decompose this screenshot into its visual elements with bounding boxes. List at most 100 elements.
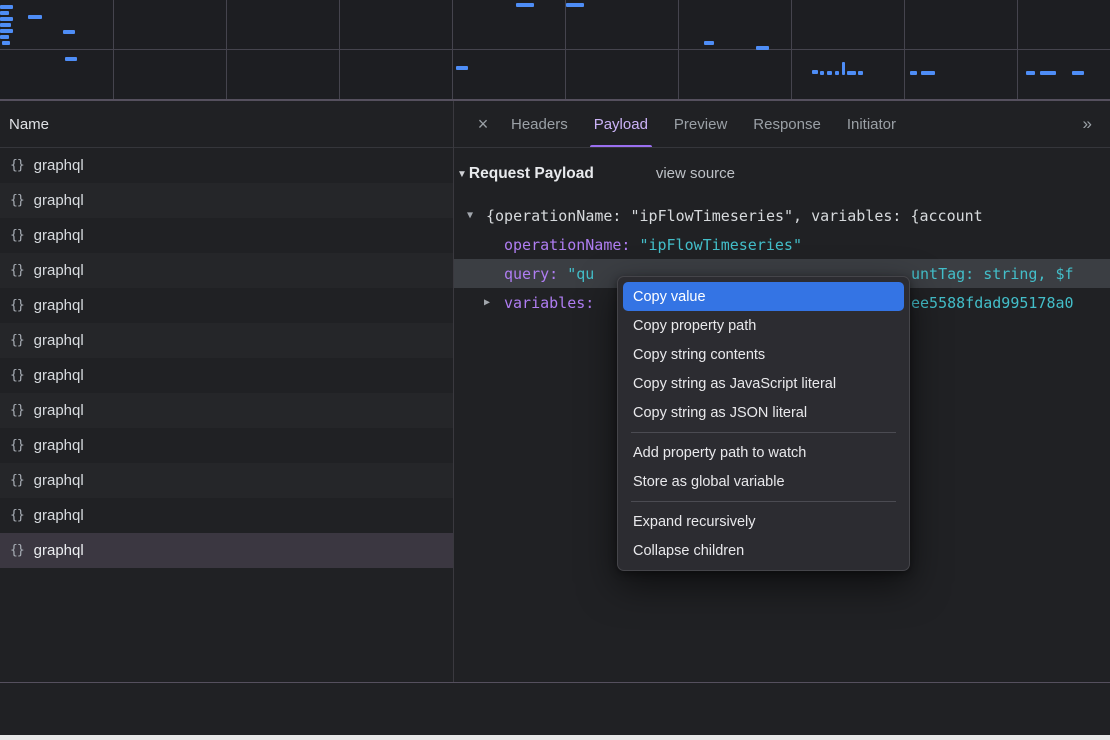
request-name: graphql [34,332,84,349]
twisty-collapsed-icon[interactable]: ▶ [484,297,490,308]
overview-activity-bar [28,15,42,19]
request-row[interactable]: {}graphql [0,428,453,463]
context-menu: Copy valueCopy property pathCopy string … [617,276,910,571]
main-area: Name {}graphql{}graphql{}graphql{}graphq… [0,101,1110,682]
tree-row-root[interactable]: ▼ {operationName: "ipFlowTimeseries", va… [454,201,1110,230]
braces-icon: {} [10,508,24,523]
context-menu-item[interactable]: Collapse children [623,536,904,565]
request-row[interactable]: {}graphql [0,218,453,253]
braces-icon: {} [10,403,24,418]
request-row[interactable]: {} graphql [0,498,453,533]
braces-icon: {} [10,193,24,208]
request-name: graphql [34,472,84,489]
overview-activity-bar [63,30,75,34]
object-preview: {operationName: "ipFlowTimeseries", vari… [486,207,983,225]
section-title: Request Payload [469,165,594,183]
overview-grid-line [452,0,453,99]
overview-activity-bar [0,11,9,15]
devtools-window: Name {}graphql{}graphql{}graphql{}graphq… [0,0,1110,735]
section-twisty-icon[interactable]: ▼ [457,169,467,180]
network-overview[interactable] [0,0,1110,101]
request-payload-section-header: ▼ Request Payload view source [454,165,1110,201]
property-key: variables: [504,294,594,312]
request-row[interactable]: {} graphql [0,358,453,393]
context-menu-item[interactable]: Expand recursively [623,507,904,536]
request-name: graphql [34,227,84,244]
braces-icon: {} [10,298,24,313]
tab-payload[interactable]: Payload [581,101,661,147]
tab-headers[interactable]: Headers [498,101,581,147]
context-menu-item[interactable]: Copy string as JSON literal [623,398,904,427]
overview-grid-line [339,0,340,99]
request-name: graphql [34,157,84,174]
overview-activity-bar [835,71,839,75]
overview-activity-bar [566,3,584,7]
view-source-link[interactable]: view source [656,165,735,182]
overview-activity-bar [0,5,13,9]
braces-icon: {} [10,473,24,488]
overview-grid-line [904,0,905,99]
overview-grid-line [226,0,227,99]
name-column-header[interactable]: Name [0,101,453,148]
overview-activity-bar [827,71,832,75]
context-menu-item[interactable]: Copy string contents [623,340,904,369]
request-list-pane: Name {}graphql{}graphql{}graphql{}graphq… [0,101,454,682]
request-row[interactable]: {} graphql [0,183,453,218]
overview-activity-bar [847,71,856,75]
overview-activity-bar [0,23,11,27]
overview-activity-bar [2,41,10,45]
request-row[interactable]: {} graphql [0,533,453,568]
overview-activity-bar [65,57,77,61]
overview-activity-bar [1040,71,1056,75]
overview-activity-bar [842,62,845,75]
braces-icon: {} [10,543,24,558]
request-row[interactable]: {}graphql [0,148,453,183]
request-name: graphql [34,192,84,209]
context-menu-item[interactable]: Copy property path [623,311,904,340]
request-row[interactable]: {} graphql [0,288,453,323]
property-value-continued: untTag: string, $f [911,265,1074,283]
overview-grid-line [113,0,114,99]
overview-grid-line [565,0,566,99]
request-row[interactable]: {}graphql [0,393,453,428]
tab-preview[interactable]: Preview [661,101,740,147]
request-row[interactable]: {}graphql [0,323,453,358]
overview-grid-line [791,0,792,99]
property-key: query: [504,265,558,283]
property-key: operationName: [504,236,630,254]
request-name: graphql [34,367,84,384]
request-name: graphql [34,262,84,279]
braces-icon: {} [10,368,24,383]
context-menu-item[interactable]: Store as global variable [623,467,904,496]
request-list: {} graphql {} graphql {} graphql {} graphql {} gr… [0,148,453,682]
property-value: "qu [567,265,594,283]
overview-grid-line [1017,0,1018,99]
property-value-continued: ee5588fdad995178a0 [911,294,1074,312]
context-menu-item[interactable]: Copy string as JavaScript literal [623,369,904,398]
overview-activity-bar [0,17,13,21]
context-menu-item[interactable]: Copy value [623,282,904,311]
overview-activity-bar [1072,71,1084,75]
tab-response[interactable]: Response [740,101,834,147]
detail-tabs: × HeadersPayloadPreviewResponseInitiator… [454,101,1110,148]
request-name: graphql [34,507,84,524]
tree-row-operationname[interactable]: operationName:"ipFlowTimeseries" [454,230,1110,259]
overview-activity-bar [921,71,935,75]
overview-activity-bar [858,71,863,75]
request-name: graphql [34,297,84,314]
context-menu-item[interactable]: Add property path to watch [623,438,904,467]
request-row[interactable]: {} graphql [0,463,453,498]
tab-initiator[interactable]: Initiator [834,101,909,147]
twisty-expanded-icon[interactable]: ▼ [467,210,473,221]
overview-activity-bar [456,66,468,70]
overview-activity-bar [704,41,714,45]
request-name: graphql [34,542,84,559]
request-row[interactable]: {} graphql [0,253,453,288]
close-icon[interactable]: × [468,114,498,135]
overview-activity-bar [910,71,917,75]
more-tabs-icon[interactable]: » [1083,114,1092,134]
context-menu-separator [631,501,896,502]
context-menu-separator [631,432,896,433]
overview-activity-bar [1026,71,1035,75]
braces-icon: {} [10,263,24,278]
